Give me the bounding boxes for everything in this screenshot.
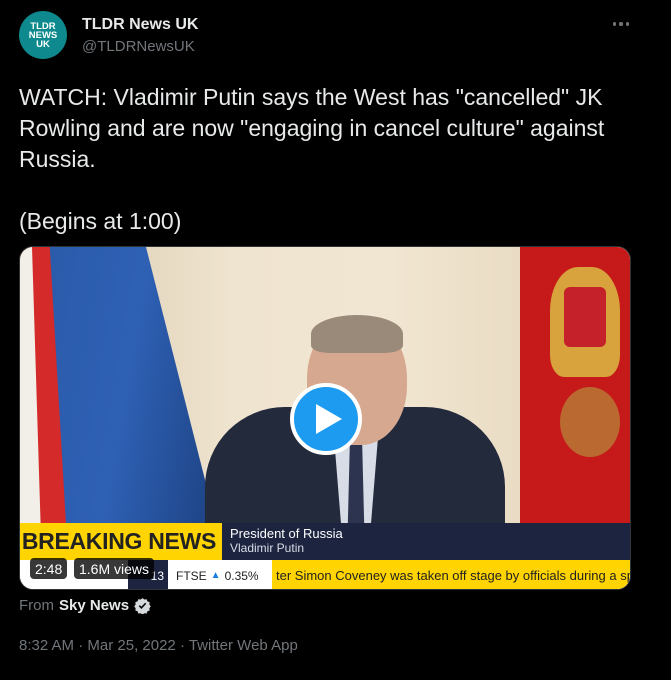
tweet-client[interactable]: Twitter Web App: [189, 637, 298, 654]
avatar-line-3: UK: [36, 38, 50, 50]
video-player[interactable]: BREAKING NEWS President of Russia Vladim…: [19, 246, 631, 590]
ticker-value: 0.35%: [224, 568, 259, 583]
video-duration: 2:48: [30, 558, 68, 579]
video-views: 1.6M views: [74, 558, 155, 579]
source-link[interactable]: Sky News: [59, 597, 129, 614]
meta-separator: ·: [175, 637, 189, 654]
ticker-headline: ter Simon Coveney was taken off stage by…: [272, 560, 630, 589]
play-icon: [315, 404, 342, 434]
tweet-meta: 8:32 AM · Mar 25, 2022 · Twitter Web App: [19, 637, 298, 654]
tweet-date[interactable]: Mar 25, 2022: [87, 637, 175, 654]
play-button[interactable]: [290, 383, 362, 455]
source-prefix: From: [19, 597, 54, 614]
author-handle[interactable]: @TLDRNewsUK: [82, 38, 195, 55]
caption-title: President of Russia: [230, 526, 343, 541]
video-source: From Sky News: [19, 597, 151, 614]
russian-flag-image: [20, 247, 230, 537]
author-name[interactable]: TLDR News UK: [82, 16, 198, 34]
ticker-market: FTSE ▲ 0.35%: [176, 560, 259, 589]
breaking-news-banner: BREAKING NEWS: [20, 523, 222, 560]
tweet: TLDR NEWS UK TLDR News UK @TLDRNewsUK WA…: [0, 0, 671, 680]
tweet-text: WATCH: Vladimir Putin says the West has …: [19, 84, 605, 234]
ticker-index: FTSE: [176, 568, 207, 583]
meta-separator: ·: [74, 637, 88, 654]
more-options-icon[interactable]: [608, 14, 634, 34]
avatar[interactable]: TLDR NEWS UK: [19, 11, 67, 59]
presidential-standard-image: [520, 247, 630, 537]
caption-name: Vladimir Putin: [230, 541, 305, 555]
arrow-up-icon: ▲: [210, 570, 221, 581]
tweet-time[interactable]: 8:32 AM: [19, 637, 74, 654]
verified-badge-icon: [134, 598, 151, 614]
caption-box: President of Russia Vladimir Putin: [222, 523, 630, 560]
news-lower-third: BREAKING NEWS President of Russia Vladim…: [20, 523, 630, 589]
